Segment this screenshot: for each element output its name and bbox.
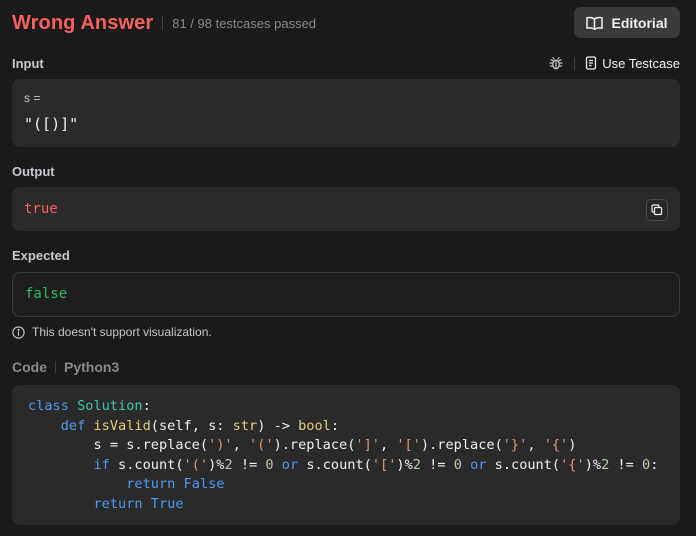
copy-button[interactable] [646,199,668,221]
code-line: class Solution: [28,398,151,414]
code-line: def isValid(self, s: str) -> bool: [60,417,340,434]
editorial-button[interactable]: Editorial [574,7,680,38]
input-value: "([)]" [24,115,79,133]
visualization-note: This doesn't support visualization. [12,325,212,339]
input-variable-label: s = [24,91,41,105]
expected-box: false [12,272,680,317]
copy-icon [651,204,663,216]
code-label: Code [12,359,47,375]
code-line: return True [93,495,184,512]
tools-divider [574,56,576,70]
code-line: if s.count('(')%2 != 0 or s.count('[')%2… [93,456,659,473]
input-label: Input [12,56,44,71]
code-header-divider [55,361,56,373]
result-header: Wrong Answer 81 / 98 testcases passed Ed… [12,7,680,38]
code-header: Code Python3 [12,359,119,375]
result-status: Wrong Answer [12,11,154,34]
bug-icon[interactable] [548,55,564,71]
visualization-note-text: This doesn't support visualization. [32,325,212,339]
editorial-label: Editorial [611,14,668,31]
output-label: Output [12,164,55,179]
code-content: class Solution: def isValid(self, s: str… [28,397,658,514]
code-line: s = s.replace(')', '(').replace(']', '['… [28,437,577,453]
book-icon [586,16,604,30]
expected-value: false [25,286,68,302]
code-block: class Solution: def isValid(self, s: str… [12,385,680,525]
expected-label: Expected [12,248,70,263]
testcases-passed: 81 / 98 testcases passed [172,15,317,31]
output-box: true [12,187,680,231]
code-language: Python3 [64,359,120,375]
input-tools: Use Testcase [548,55,680,71]
output-value: true [24,201,58,217]
input-box: s = "([)]" [12,79,680,147]
code-line: return False [126,476,225,492]
document-icon [585,56,598,70]
header-divider [162,16,164,30]
use-testcase-button[interactable]: Use Testcase [585,56,680,71]
info-icon [12,325,25,339]
use-testcase-label: Use Testcase [602,55,680,71]
